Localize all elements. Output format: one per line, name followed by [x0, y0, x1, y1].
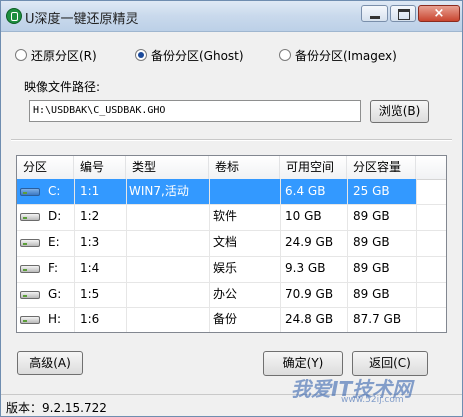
cell-number: 1:3 [80, 235, 100, 249]
advanced-button[interactable]: 高级(A) [17, 351, 83, 375]
radio-backup-imagex[interactable]: 备份分区(Imagex) [279, 47, 397, 63]
cell-drive: H: [48, 312, 62, 326]
cell-free-space: 24.9 GB [285, 235, 334, 249]
grid-line [17, 256, 446, 257]
cell-number: 1:1 [80, 184, 100, 198]
image-path-input[interactable]: H:\USDBAK\C_USDBAK.GHO [29, 100, 361, 122]
cell-free-space: 70.9 GB [285, 287, 334, 301]
image-path-label: 映像文件路径: [24, 80, 101, 94]
grid-line [17, 307, 446, 308]
cell-free-space: 10 GB [285, 209, 322, 223]
cell-capacity: 89 GB [353, 209, 390, 223]
close-icon: × [433, 6, 445, 21]
cell-free-space: 6.4 GB [285, 184, 326, 198]
divider [11, 139, 452, 141]
cell-volume-label: 娱乐 [213, 261, 238, 275]
cell-free-space: 24.8 GB [285, 312, 334, 326]
cell-capacity: 89 GB [353, 261, 390, 275]
table-row[interactable]: G: 1:5 办公 70.9 GB 89 GB [17, 282, 446, 307]
grid-line [126, 179, 127, 332]
cell-number: 1:6 [80, 312, 100, 326]
app-logo-icon [6, 8, 22, 24]
grid-line [17, 230, 446, 231]
cell-number: 1:2 [80, 209, 100, 223]
partition-list-header: 分区 编号 类型 卷标 可用空间 分区容量 [17, 156, 446, 180]
cell-free-space: 9.3 GB [285, 261, 326, 275]
radio-label: 还原分区(R) [31, 48, 97, 63]
hard-drive-icon [20, 186, 42, 198]
browse-button[interactable]: 浏览(B) [370, 100, 429, 123]
table-row[interactable]: F: 1:4 娱乐 9.3 GB 89 GB [17, 256, 446, 281]
maximize-button[interactable] [390, 5, 416, 22]
column-header-number[interactable]: 编号 [74, 156, 126, 179]
radio-indicator[interactable] [135, 49, 147, 61]
cell-capacity: 89 GB [353, 287, 390, 301]
cell-drive: G: [48, 287, 62, 301]
radio-label: 备份分区(Imagex) [295, 48, 397, 63]
grid-line [347, 179, 348, 332]
version-label: 版本：9.2.15.722 [6, 401, 107, 415]
cell-capacity: 87.7 GB [353, 312, 402, 326]
cell-drive: D: [48, 209, 62, 223]
radio-label: 备份分区(Ghost) [151, 48, 244, 63]
cell-volume-label: 文档 [213, 235, 238, 249]
close-button[interactable]: × [418, 5, 460, 22]
partition-list[interactable]: 分区 编号 类型 卷标 可用空间 分区容量 C: 1:1 WIN7,活动 6.4… [16, 155, 447, 333]
cell-number: 1:4 [80, 261, 100, 275]
radio-indicator[interactable] [15, 49, 27, 61]
table-row[interactable]: C: 1:1 WIN7,活动 6.4 GB 25 GB [17, 179, 446, 204]
hard-drive-icon [20, 263, 42, 275]
cell-type: WIN7,活动 [129, 184, 189, 198]
radio-restore-partition[interactable]: 还原分区(R) [15, 47, 97, 63]
table-row[interactable]: H: 1:6 备份 24.8 GB 87.7 GB [17, 307, 446, 332]
hard-drive-icon [20, 289, 42, 301]
hard-drive-icon [20, 314, 42, 326]
table-row[interactable]: E: 1:3 文档 24.9 GB 89 GB [17, 230, 446, 255]
column-header-free-space[interactable]: 可用空间 [280, 156, 347, 179]
column-header-volume-label[interactable]: 卷标 [209, 156, 280, 179]
cell-drive: F: [48, 261, 59, 275]
cell-capacity: 25 GB [353, 184, 390, 198]
grid-line [280, 179, 281, 332]
watermark-url: www.52ij.com [341, 395, 404, 405]
cell-volume-label: 办公 [213, 287, 238, 301]
cell-volume-label: 备份 [213, 312, 238, 326]
table-row[interactable]: D: 1:2 软件 10 GB 89 GB [17, 204, 446, 229]
grid-line [416, 179, 417, 332]
minimize-button[interactable] [361, 5, 388, 22]
main-window: U深度一键还原精灵 × 还原分区(R) 备份分区(Ghost) 备份分区(Ima… [0, 0, 463, 417]
cell-capacity: 89 GB [353, 235, 390, 249]
window-title: U深度一键还原精灵 [25, 12, 139, 27]
cell-volume-label: 软件 [213, 209, 238, 223]
hard-drive-icon [20, 237, 42, 249]
cell-drive: C: [48, 184, 61, 198]
grid-line [17, 204, 446, 205]
radio-backup-ghost[interactable]: 备份分区(Ghost) [135, 47, 244, 63]
column-header-type[interactable]: 类型 [126, 156, 209, 179]
grid-line [17, 282, 446, 283]
grid-line [209, 179, 210, 332]
grid-line [74, 179, 75, 332]
hard-drive-icon [20, 211, 42, 223]
column-header-capacity[interactable]: 分区容量 [347, 156, 416, 179]
column-header-partition[interactable]: 分区 [17, 156, 74, 179]
cell-number: 1:5 [80, 287, 100, 301]
title-bar[interactable]: U深度一键还原精灵 × [1, 1, 462, 32]
cell-drive: E: [48, 235, 60, 249]
radio-indicator[interactable] [279, 49, 291, 61]
